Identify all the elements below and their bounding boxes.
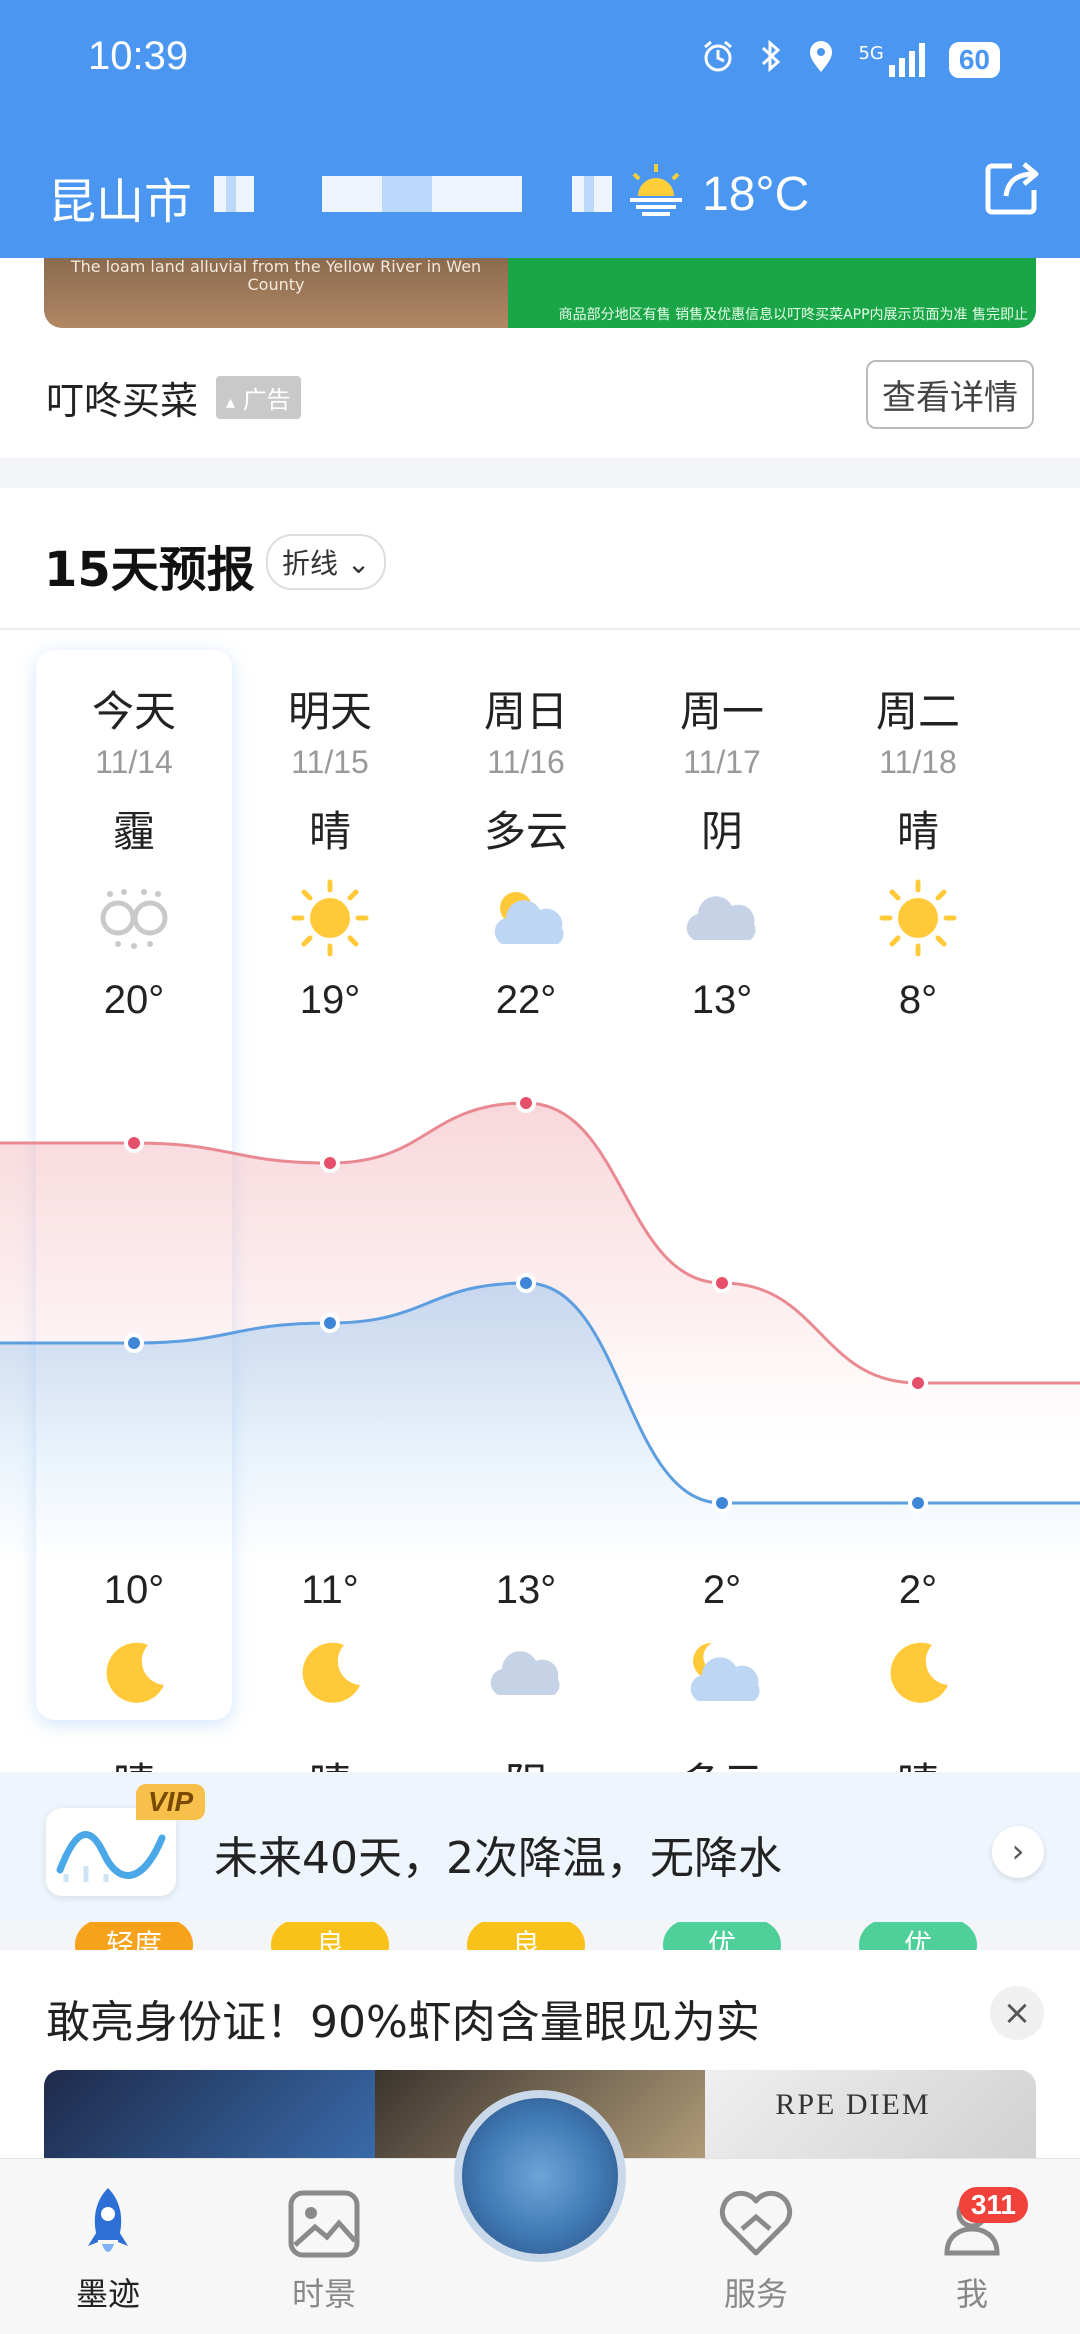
sunrise-icon xyxy=(624,160,688,228)
high-temperature: 13° xyxy=(691,978,753,1022)
day-condition: 晴 xyxy=(308,807,351,856)
status-time: 10:39 xyxy=(88,34,189,78)
forecast-day[interactable]: 周一 11/17 阴 13° xyxy=(624,678,820,1038)
news-image-text: RPE DIEM xyxy=(775,2088,931,2121)
current-temperature: 18°C xyxy=(702,167,810,221)
forecast-day[interactable]: 明天 11/15 晴 19° xyxy=(232,678,428,1038)
cloud-icon xyxy=(428,1618,624,1728)
ad-disclaimer: 商品部分地区有售 销售及优惠信息以叮咚买菜APP内展示页面为准 售完即止 xyxy=(558,307,1028,323)
high-point xyxy=(516,1093,536,1113)
high-point xyxy=(320,1153,340,1173)
day-date: 11/16 xyxy=(487,744,565,780)
address-mosaic xyxy=(572,176,612,212)
ad-banner-left: The loam land alluvial from the Yellow R… xyxy=(44,258,508,328)
high-temperature: 20° xyxy=(103,978,165,1022)
day-date: 11/17 xyxy=(683,744,761,780)
day-name: 周一 xyxy=(679,687,764,736)
day-date: 11/18 xyxy=(879,744,957,780)
close-icon[interactable]: × xyxy=(990,1986,1044,2040)
vip-badge: VIP xyxy=(136,1784,206,1820)
ad-mark-icon: ▴ xyxy=(226,392,236,413)
high-point xyxy=(908,1373,928,1393)
app-header: 10:39 5G 60 昆山市 18°C xyxy=(0,0,1080,258)
nav-label: 墨迹 xyxy=(75,2275,140,2313)
day-name: 明天 xyxy=(287,687,372,736)
ad-detail-button[interactable]: 查看详情 xyxy=(866,360,1034,429)
day-condition: 阴 xyxy=(700,807,743,856)
nav-label: 时景 xyxy=(291,2275,356,2313)
low-temperature: 11° xyxy=(301,1568,359,1612)
haze-icon xyxy=(36,858,232,978)
address-mosaic xyxy=(214,176,254,212)
day-name: 今天 xyxy=(91,687,176,736)
news-title[interactable]: 敢亮身份证！90%虾肉含量眼见为实 xyxy=(46,1986,760,2050)
high-point xyxy=(124,1133,144,1153)
day-date: 11/14 xyxy=(95,744,173,780)
forecast-card: 15天预报 折线 ⌄ 今天11/14霾20°10°晴东北风1级轻度明天11/15… xyxy=(0,488,1080,1970)
vip-long-forecast[interactable]: VIP 未来40天，2次降温，无降水 › xyxy=(0,1772,1080,1922)
high-point xyxy=(712,1273,732,1293)
moon-icon xyxy=(232,1618,428,1728)
signal-icon: 5G xyxy=(858,43,926,77)
bluetooth-icon xyxy=(758,38,784,82)
low-point xyxy=(516,1273,536,1293)
ad-tag-label: 广告 xyxy=(242,386,291,414)
share-button[interactable] xyxy=(982,158,1042,218)
day-condition: 多云 xyxy=(483,807,568,856)
low-point xyxy=(908,1493,928,1513)
day-date: 11/15 xyxy=(291,744,369,780)
moon-icon xyxy=(36,1618,232,1728)
nav-label: 我 xyxy=(955,2275,988,2313)
network-type: 5G xyxy=(858,43,884,64)
forecast-day[interactable]: 周日 11/16 多云 22° xyxy=(428,678,624,1038)
nav-item-me[interactable]: 我 311 xyxy=(892,2179,1052,2315)
high-temperature: 19° xyxy=(299,978,361,1022)
status-icons: 5G 60 xyxy=(700,38,1000,82)
forecast-day[interactable]: 周二 11/18 晴 8° xyxy=(820,678,1016,1038)
low-point xyxy=(320,1313,340,1333)
day-condition: 霾 xyxy=(112,807,155,856)
nav-item-scenery[interactable]: 时景 xyxy=(244,2179,404,2315)
low-temperature: 2° xyxy=(702,1568,742,1612)
current-weather[interactable]: 18°C xyxy=(624,160,809,228)
ad-card[interactable]: The loam land alluvial from the Yellow R… xyxy=(0,258,1080,458)
high-temperature: 8° xyxy=(898,978,938,1022)
sun-icon xyxy=(232,858,428,978)
moon-icon xyxy=(820,1618,1016,1728)
city-name[interactable]: 昆山市 xyxy=(48,162,192,232)
rocket-icon xyxy=(28,2179,188,2269)
heart-handshake-icon xyxy=(676,2179,836,2269)
nav-label: 服务 xyxy=(723,2275,788,2313)
forecast-day[interactable]: 今天 11/14 霾 20° xyxy=(36,678,232,1038)
partly-cloudy-icon xyxy=(428,858,624,978)
low-point xyxy=(712,1493,732,1513)
sun-icon xyxy=(820,858,1016,978)
alarm-icon xyxy=(700,38,736,82)
nav-item-services[interactable]: 服务 xyxy=(676,2179,836,2315)
day-condition: 晴 xyxy=(896,807,939,856)
trend-chart-icon xyxy=(46,1808,176,1896)
nav-item-moji[interactable]: 墨迹 xyxy=(28,2179,188,2315)
picture-icon xyxy=(244,2179,404,2269)
ad-banner[interactable]: The loam land alluvial from the Yellow R… xyxy=(44,258,1036,328)
location-icon xyxy=(806,38,836,82)
day-name: 周二 xyxy=(875,687,960,736)
vip-summary: 未来40天，2次降温，无降水 xyxy=(214,1833,782,1884)
battery-indicator: 60 xyxy=(948,42,1000,78)
low-temperature: 13° xyxy=(495,1568,557,1612)
ad-tag: ▴ 广告 xyxy=(216,376,301,419)
low-point xyxy=(124,1333,144,1353)
low-temperature: 2° xyxy=(898,1568,938,1612)
cloud-icon xyxy=(624,858,820,978)
high-temperature: 22° xyxy=(495,978,557,1022)
ad-advertiser: 叮咚买菜 xyxy=(46,379,199,423)
moon-cloud-icon xyxy=(624,1618,820,1728)
notification-badge: 311 xyxy=(958,2187,1028,2223)
chevron-right-icon[interactable]: › xyxy=(992,1826,1044,1878)
address-mosaic xyxy=(322,176,522,212)
low-temperature: 10° xyxy=(103,1568,165,1612)
center-weather-globe-button[interactable] xyxy=(454,2090,626,2262)
ad-banner-right: 商品部分地区有售 销售及优惠信息以叮咚买菜APP内展示页面为准 售完即止 xyxy=(508,258,1036,328)
day-name: 周日 xyxy=(483,687,568,736)
